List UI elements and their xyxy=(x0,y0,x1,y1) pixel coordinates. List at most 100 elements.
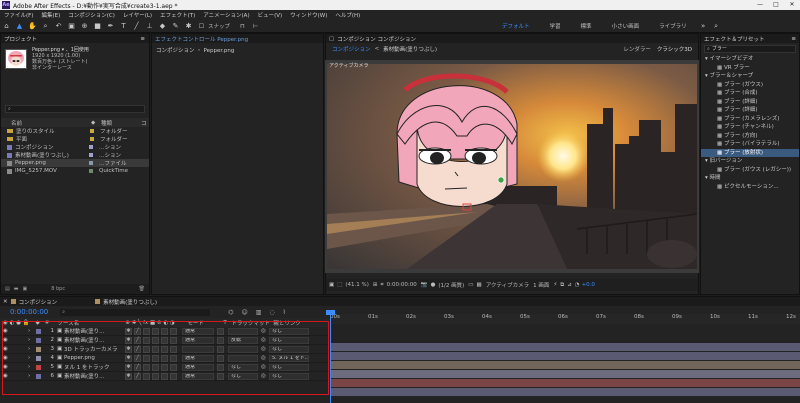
effect-item[interactable]: ▦ ブラー (バイラテラル) xyxy=(701,140,799,149)
timeline-tab-comp[interactable]: コンポジション xyxy=(19,298,58,306)
layer-duration-bar[interactable] xyxy=(330,388,800,396)
effect-category[interactable]: ▾ イマーシブビデオ xyxy=(701,55,799,64)
puppet-tool-icon[interactable]: ✱ xyxy=(184,22,193,31)
snap-checkbox-icon[interactable]: ☐ xyxy=(197,22,206,31)
views-dropdown[interactable]: 1 画面 xyxy=(533,281,549,289)
label-color-swatch[interactable] xyxy=(90,129,94,133)
grid-icon[interactable]: ⊞ xyxy=(373,282,378,288)
effect-item[interactable]: ▦ ブラー (詳細) xyxy=(701,98,799,107)
menu-edit[interactable]: 編集(E) xyxy=(41,11,60,19)
composition-viewer[interactable]: アクティブカメラ xyxy=(325,60,699,273)
effect-item[interactable]: ▦ ブラー (チャンネル) xyxy=(701,123,799,132)
effects-search-input[interactable]: ⌕ ブラー xyxy=(704,45,796,53)
project-list-item[interactable]: IMG_5257.MOV QuickTime xyxy=(1,167,149,175)
layer-duration-bar[interactable] xyxy=(330,352,800,360)
search-help-icon[interactable]: ⌕ xyxy=(712,22,721,31)
bit-depth-label[interactable]: 8 bpc xyxy=(51,286,65,292)
selection-tool-icon[interactable]: ▲ xyxy=(15,22,24,31)
timecode-display[interactable]: 0:00:00:00 xyxy=(387,282,417,288)
workspace-libraries[interactable]: ライブラリ xyxy=(659,22,687,30)
shape-tool-icon[interactable]: ■ xyxy=(93,22,102,31)
lock-icon[interactable]: ▢ xyxy=(329,36,334,42)
renderer-dropdown[interactable]: クラシック3D xyxy=(657,45,692,53)
snap-magnet-icon[interactable]: ⊓ xyxy=(238,22,247,31)
camera-tool-icon[interactable]: ▣ xyxy=(67,22,76,31)
timeline-search-input[interactable]: ⌕ xyxy=(60,308,211,316)
menu-effect[interactable]: エフェクト(T) xyxy=(160,11,195,19)
type-column-header[interactable]: 種類 xyxy=(101,119,141,127)
menu-composition[interactable]: コンポジション(C) xyxy=(68,11,115,19)
camera-dropdown[interactable]: アクティブカメラ xyxy=(486,281,529,289)
project-list-item[interactable]: コンポジション …ション xyxy=(1,143,149,151)
project-list-item[interactable]: Pepper.png …ファイル xyxy=(1,159,149,167)
home-icon[interactable]: ⌂ xyxy=(2,22,11,31)
panel-menu-icon[interactable]: ≡ xyxy=(140,36,145,42)
effect-item[interactable]: ▦ ブラー (方向) xyxy=(701,132,799,141)
effect-item[interactable]: ▦ ブラー (詳細) xyxy=(701,106,799,115)
transparency-grid-icon[interactable]: ▦ xyxy=(476,282,481,288)
trash-icon[interactable]: 🗑 xyxy=(139,286,145,292)
eraser-tool-icon[interactable]: ◆ xyxy=(158,22,167,31)
name-column-header[interactable]: 名前 xyxy=(11,119,91,127)
frame-blend-icon[interactable]: ▥ xyxy=(256,309,262,316)
project-tab[interactable]: プロジェクト xyxy=(4,35,37,43)
menu-view[interactable]: ビュー(V) xyxy=(258,11,283,19)
flowchart-icon[interactable]: ⊿ xyxy=(567,282,572,288)
effect-category[interactable]: ▾ 時間 xyxy=(701,174,799,183)
workspace-learn[interactable]: 学習 xyxy=(550,22,561,30)
menu-animation[interactable]: アニメーション(A) xyxy=(203,11,249,19)
text-tool-icon[interactable]: T xyxy=(119,22,128,31)
label-color-swatch[interactable] xyxy=(89,145,93,149)
comment-column-header[interactable]: コ xyxy=(141,119,147,127)
project-search-input[interactable]: ⌕ xyxy=(5,105,145,113)
project-list-item[interactable]: 塗りのスタイル フォルダー xyxy=(1,127,149,135)
label-column-icon[interactable]: ◆ xyxy=(91,120,101,126)
workspace-default[interactable]: デフォルト xyxy=(502,22,530,30)
roi-icon[interactable]: ▭ xyxy=(468,282,473,288)
effect-category[interactable]: ▾ ブラー＆シャープ xyxy=(701,72,799,81)
effect-item[interactable]: ▦ ブラー (放射状) xyxy=(701,148,799,157)
effect-category[interactable]: ▾ 旧バージョン xyxy=(701,157,799,166)
current-time-display[interactable]: 0:00:00:00 xyxy=(10,308,48,316)
new-comp-icon[interactable]: ▣ xyxy=(22,286,27,292)
layer-duration-bar[interactable] xyxy=(330,361,800,369)
label-color-swatch[interactable] xyxy=(89,161,93,165)
label-color-swatch[interactable] xyxy=(89,153,93,157)
graph-editor-icon[interactable]: ⌇ xyxy=(283,309,286,316)
shy-icon[interactable]: ☺ xyxy=(242,309,248,316)
timeline-tab-footage[interactable]: 素材動画(塗りつぶし) xyxy=(103,298,157,306)
layer-duration-bar[interactable] xyxy=(330,343,800,351)
snap-align-icon[interactable]: ⊢ xyxy=(251,22,260,31)
workspace-overflow-icon[interactable]: » xyxy=(699,22,708,31)
menu-help[interactable]: ヘルプ(H) xyxy=(335,11,360,19)
draft-3d-icon[interactable]: ⌬ xyxy=(228,309,233,316)
composition-tab[interactable]: コンポジション コンポジション xyxy=(337,35,416,43)
effect-item[interactable]: ▦ ピクセルモーション... xyxy=(701,183,799,192)
always-preview-icon[interactable]: ▣ xyxy=(329,282,334,288)
effect-item[interactable]: ▦ VR ブラー xyxy=(701,64,799,73)
snapshot-icon[interactable]: 📷 xyxy=(421,282,428,288)
close-tab-icon[interactable]: ✕ xyxy=(3,299,8,305)
zoom-dropdown[interactable]: (41.1 %) xyxy=(345,282,369,288)
mask-visibility-icon[interactable]: ⬚ xyxy=(337,282,342,288)
playhead-handle[interactable] xyxy=(326,310,335,315)
comp-subtab-main[interactable]: コンポジション xyxy=(332,45,371,53)
comp-subtab-footage[interactable]: 素材動画(塗りつぶし) xyxy=(383,45,437,53)
project-list-item[interactable]: 平面 フォルダー xyxy=(1,135,149,143)
close-button[interactable]: ✕ xyxy=(784,0,800,10)
effect-controls-tab[interactable]: エフェクトコントロール Pepper.png xyxy=(155,35,248,43)
clone-stamp-tool-icon[interactable]: ⊥ xyxy=(145,22,154,31)
exposure-reset-icon[interactable]: ◔ xyxy=(575,282,580,288)
label-color-swatch[interactable] xyxy=(89,169,93,173)
time-ruler[interactable]: 00s 01s 02s 03s 04s 05s 06s 07s 08s 09s 10s 11s 12s xyxy=(330,314,800,324)
new-folder-icon[interactable]: ▬ xyxy=(14,286,19,292)
zoom-tool-icon[interactable]: ⌕ xyxy=(41,22,50,31)
menu-layer[interactable]: レイヤー(L) xyxy=(123,11,152,19)
show-channel-icon[interactable]: ● xyxy=(431,282,436,288)
menu-file[interactable]: ファイル(F) xyxy=(4,11,33,19)
brush-tool-icon[interactable]: ╱ xyxy=(132,22,141,31)
motion-blur-icon[interactable]: ◌ xyxy=(269,309,274,316)
layer-duration-bar[interactable] xyxy=(330,370,800,378)
menu-window[interactable]: ウィンドウ(W) xyxy=(290,11,327,19)
workspace-small-screen[interactable]: 小さい画面 xyxy=(612,22,640,30)
